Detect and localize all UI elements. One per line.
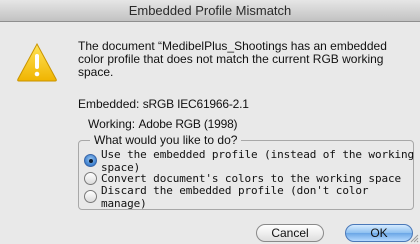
working-profile-line: Working: Adobe RGB (1998): [88, 117, 238, 131]
document-name: MedibelPlus_Shootings: [162, 39, 288, 53]
working-label: Working:: [88, 117, 136, 131]
resize-grip-icon[interactable]: [409, 233, 419, 243]
radio-button-selected[interactable]: [84, 154, 97, 167]
cancel-button[interactable]: Cancel: [256, 224, 324, 242]
embedded-profile-line: Embedded: sRGB IEC61966-2.1: [78, 97, 249, 111]
message-prefix: The document “: [78, 39, 163, 53]
option-label: Use the embedded profile (instead of the…: [101, 147, 415, 174]
working-value: Adobe RGB (1998): [138, 117, 238, 131]
dialog-title: Embedded Profile Mismatch: [0, 0, 420, 22]
option-use-embedded[interactable]: Use the embedded profile (instead of the…: [84, 148, 420, 174]
radio-button[interactable]: [84, 172, 97, 185]
options-legend: What would you like to do?: [90, 134, 242, 147]
ok-button[interactable]: OK: [345, 224, 413, 242]
dialog-message: The document “MedibelPlus_Shootings has …: [78, 40, 398, 79]
option-label: Discard the embedded profile (don't colo…: [101, 183, 369, 210]
dialog-window: Embedded Profile Mismatch The document “…: [0, 0, 420, 244]
warning-triangle-icon: [17, 42, 57, 82]
radio-button[interactable]: [84, 190, 97, 203]
option-discard-profile[interactable]: Discard the embedded profile (don't colo…: [84, 184, 420, 210]
embedded-value: sRGB IEC61966-2.1: [142, 97, 249, 111]
embedded-label: Embedded:: [78, 97, 140, 111]
